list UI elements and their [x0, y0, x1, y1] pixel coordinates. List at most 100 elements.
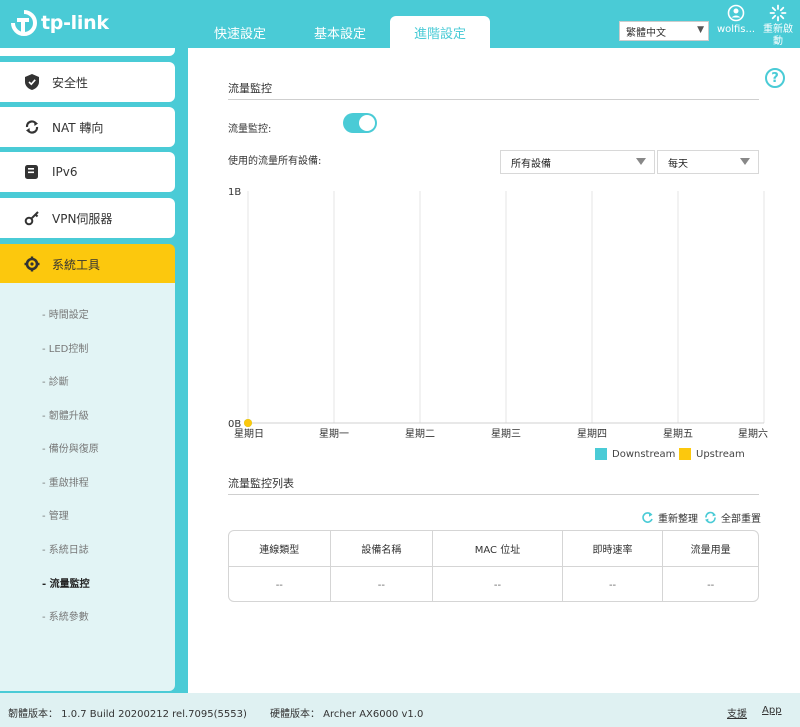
sidebar-item-ipv6[interactable]: IPv6	[0, 152, 175, 192]
chevron-down-icon	[636, 158, 646, 165]
device-select-value: 所有設備	[511, 158, 551, 170]
chart-x-tick-label: 星期六	[738, 428, 768, 440]
chart-x-tick-label: 星期五	[663, 428, 693, 440]
sidebar-item-vpn[interactable]: VPN伺服器	[0, 198, 175, 238]
chart-y-tick-label: 1B	[228, 187, 241, 198]
traffic-table: 連線類型 設備名稱 MAC 位址 即時速率 流量用量 -- -- -- -- -…	[228, 530, 759, 602]
sidebar-item-system-tools[interactable]: 系統工具	[0, 244, 175, 284]
chart-x-tick-label: 星期四	[577, 428, 607, 440]
firmware-version: 韌體版本： 1.0.7 Build 20200212 rel.7095(5553…	[8, 709, 247, 720]
app-link[interactable]: App	[762, 705, 782, 716]
section-divider	[228, 494, 759, 495]
table-header-row: 連線類型 設備名稱 MAC 位址 即時速率 流量用量	[229, 531, 758, 567]
column-header-traffic-usage[interactable]: 流量用量	[663, 531, 758, 566]
table-cell: --	[433, 567, 563, 601]
section-title-traffic-monitor: 流量監控	[228, 82, 272, 95]
chevron-down-icon	[740, 158, 750, 165]
period-select-value: 每天	[668, 158, 688, 170]
ipv6-icon	[24, 164, 40, 180]
refresh-button[interactable]: 重新整理	[641, 510, 698, 525]
submenu-backup-restore[interactable]: - 備份與復原	[42, 440, 99, 455]
submenu-led-control[interactable]: - LED控制	[42, 340, 88, 355]
reset-all-button[interactable]: 全部重置	[704, 510, 761, 525]
submenu-firmware-upgrade[interactable]: - 韌體升級	[42, 407, 89, 422]
hardware-version: 硬體版本： Archer AX6000 v1.0	[270, 709, 424, 720]
traffic-monitor-toggle-label: 流量監控:	[228, 124, 272, 135]
refresh-label: 重新整理	[658, 514, 698, 525]
reboot-button[interactable]: 重新啟動	[760, 4, 796, 48]
shield-icon	[24, 74, 40, 90]
tp-link-logo-icon	[10, 9, 38, 37]
gear-icon	[24, 256, 40, 272]
reset-icon	[704, 511, 717, 524]
user-cloud-icon	[727, 4, 745, 22]
legend-label-downstream: Downstream	[612, 448, 676, 460]
period-select[interactable]: 每天	[657, 150, 759, 174]
user-button[interactable]: wolfis...	[716, 4, 756, 36]
chart-point-upstream	[244, 419, 252, 427]
sidebar: 安全性 NAT 轉向 IPv6 VPN伺服器 系統工具 - 時間設定 - LED…	[0, 48, 188, 693]
reboot-icon	[769, 4, 787, 22]
sidebar-item-label: VPN伺服器	[52, 211, 113, 226]
sidebar-item-nat[interactable]: NAT 轉向	[0, 107, 175, 147]
table-cell: --	[331, 567, 434, 601]
tp-link-logo[interactable]: tp-link	[10, 9, 109, 37]
submenu-diagnostics[interactable]: - 診斷	[42, 373, 69, 388]
legend-swatch-downstream	[595, 448, 607, 460]
chart-x-tick-label: 星期三	[491, 428, 521, 440]
nat-forwarding-icon	[24, 119, 40, 135]
top-header: tp-link 快速設定 基本設定 進階設定 繁體中文 ▼ wolfis...	[0, 0, 800, 49]
sidebar-item-security[interactable]: 安全性	[0, 62, 175, 102]
device-select[interactable]: 所有設備	[500, 150, 655, 174]
column-header-realtime-rate[interactable]: 即時速率	[563, 531, 664, 566]
legend-upstream: Upstream	[679, 448, 745, 460]
help-icon[interactable]: ?	[765, 68, 785, 88]
support-link[interactable]: 支援	[727, 705, 747, 720]
sidebar-menu-item-partial[interactable]	[0, 48, 175, 56]
system-tools-submenu: - 時間設定 - LED控制 - 診斷 - 韌體升級 - 備份與復原 - 重啟排…	[0, 283, 175, 691]
submenu-traffic-monitor[interactable]: - 流量監控	[42, 575, 90, 590]
column-header-device-name[interactable]: 設備名稱	[331, 531, 434, 566]
tab-quick-setup[interactable]: 快速設定	[190, 16, 290, 48]
sidebar-item-label: 系統工具	[52, 257, 101, 272]
column-header-mac-address[interactable]: MAC 位址	[433, 531, 563, 566]
main-tabs: 快速設定 基本設定 進階設定	[190, 16, 490, 49]
legend-swatch-upstream	[679, 448, 691, 460]
sidebar-item-label: NAT 轉向	[52, 120, 104, 135]
user-label: wolfis...	[716, 24, 756, 35]
sidebar-item-label: 安全性	[52, 75, 89, 90]
table-cell: --	[707, 579, 715, 591]
table-cell: --	[229, 567, 331, 601]
sidebar-item-label: IPv6	[52, 165, 78, 179]
footer: 韌體版本： 1.0.7 Build 20200212 rel.7095(5553…	[0, 693, 800, 727]
section-title-traffic-list: 流量監控列表	[228, 477, 294, 490]
tab-basic[interactable]: 基本設定	[290, 16, 390, 48]
chart-x-tick-label: 星期二	[405, 428, 435, 440]
submenu-time-settings[interactable]: - 時間設定	[42, 306, 89, 321]
submenu-system-parameters[interactable]: - 系統參數	[42, 608, 89, 623]
toggle-knob	[359, 115, 375, 131]
tab-advanced[interactable]: 進階設定	[390, 16, 490, 49]
traffic-monitor-toggle[interactable]	[343, 113, 377, 133]
traffic-chart: 1B0B星期日 星期一 星期二 星期三 星期四 星期五 星期六	[228, 187, 768, 440]
submenu-reboot-schedule[interactable]: - 重啟排程	[42, 474, 89, 489]
legend-label-upstream: Upstream	[696, 448, 745, 460]
submenu-administration[interactable]: - 管理	[42, 507, 69, 522]
legend-downstream: Downstream	[595, 448, 675, 460]
chart-x-tick-label: 星期日	[234, 428, 264, 440]
table-row: -- -- -- -- --	[229, 567, 758, 601]
column-header-connection-type[interactable]: 連線類型	[229, 531, 331, 566]
table-cell: --	[563, 567, 664, 601]
reset-all-label: 全部重置	[721, 514, 761, 525]
logo-text: tp-link	[41, 12, 109, 34]
vpn-key-icon	[24, 210, 40, 226]
reboot-label: 重新啟動	[763, 24, 793, 47]
usage-label: 使用的流量所有設備:	[228, 156, 322, 167]
language-select[interactable]: 繁體中文 ▼	[619, 21, 709, 41]
submenu-system-log[interactable]: - 系統日誌	[42, 541, 89, 556]
language-value: 繁體中文	[626, 27, 666, 39]
chart-x-tick-label: 星期一	[319, 428, 349, 440]
refresh-icon	[641, 511, 654, 524]
section-divider	[228, 99, 759, 100]
chevron-down-icon: ▼	[697, 25, 704, 35]
